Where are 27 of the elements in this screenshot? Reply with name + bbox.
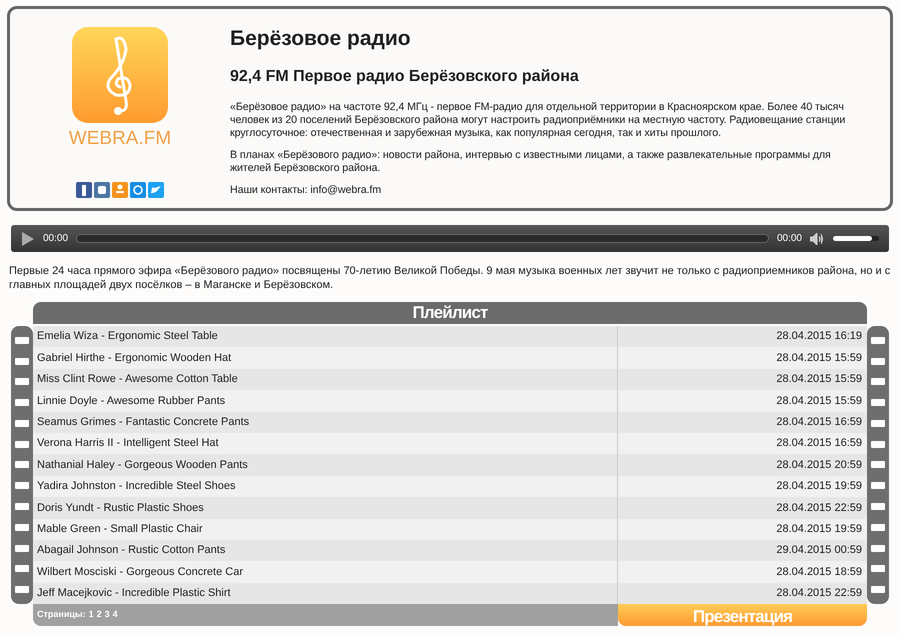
track-time: 28.04.2015 15:59 <box>775 350 863 366</box>
pages-label: Страницы: <box>37 608 86 622</box>
description-text: «Берёзовое радио» на частоте 92,4 МГц - первое FM-радио для отдельной территории в Красноярском крае. Более 40 тысяч человек из 20 поселений Берёзовского района могут настроить радиоприёмники на местную частоту. Радиовещание станции круглосуточное: отечественная и зарубежная музыка, как популярная сегодня, так и хиты прошлого. <box>230 100 846 140</box>
track-time: 28.04.2015 16:59 <box>775 436 863 452</box>
track-time: 28.04.2015 15:59 <box>775 372 863 388</box>
description-text: Наши контакты: info@webra.fm <box>230 184 382 196</box>
track-time: 28.04.2015 22:59 <box>775 586 863 602</box>
track-time: 28.04.2015 15:59 <box>775 394 863 409</box>
track-time: 28.04.2015 18:59 <box>775 564 863 580</box>
playlist-title: Плейлист <box>412 302 488 324</box>
track-time: 28.04.2015 19:59 <box>775 522 863 537</box>
track-time: 28.04.2015 16:59 <box>775 415 863 430</box>
track-time: 28.04.2015 19:59 <box>775 479 863 494</box>
intro-text: Первые 24 часа прямого эфира «Берёзового радио» посвящены 70-летию Великой Победы. 9 мая музыка военных лет звучит не только с радиоприемников района, но и с главных площадей двух посёлков – в Маганске и Берёзовском. <box>9 264 891 292</box>
station-subtitle: 92,4 FM Первое радио Берёзовского района <box>230 66 580 86</box>
track-time: 29.04.2015 00:59 <box>775 543 863 558</box>
play-icon[interactable] <box>21 232 35 246</box>
track-time: 28.04.2015 16:19 <box>775 329 863 344</box>
station-title: Берёзовое радио <box>230 26 412 52</box>
track-time: 28.04.2015 20:59 <box>775 458 863 473</box>
volume-icon[interactable] <box>810 232 825 244</box>
logo-text: WEBRA.FM <box>68 127 172 151</box>
track-time: 28.04.2015 22:59 <box>775 500 863 516</box>
description-text: В планах «Берёзового радио»: новости района, интервью с известными лицами, а также развлекательные программы для жителей Берёзовского района. <box>230 148 832 174</box>
current-time: 00:00 <box>43 232 68 246</box>
duration-time: 00:00 <box>776 232 802 246</box>
progress-track[interactable] <box>76 234 769 243</box>
